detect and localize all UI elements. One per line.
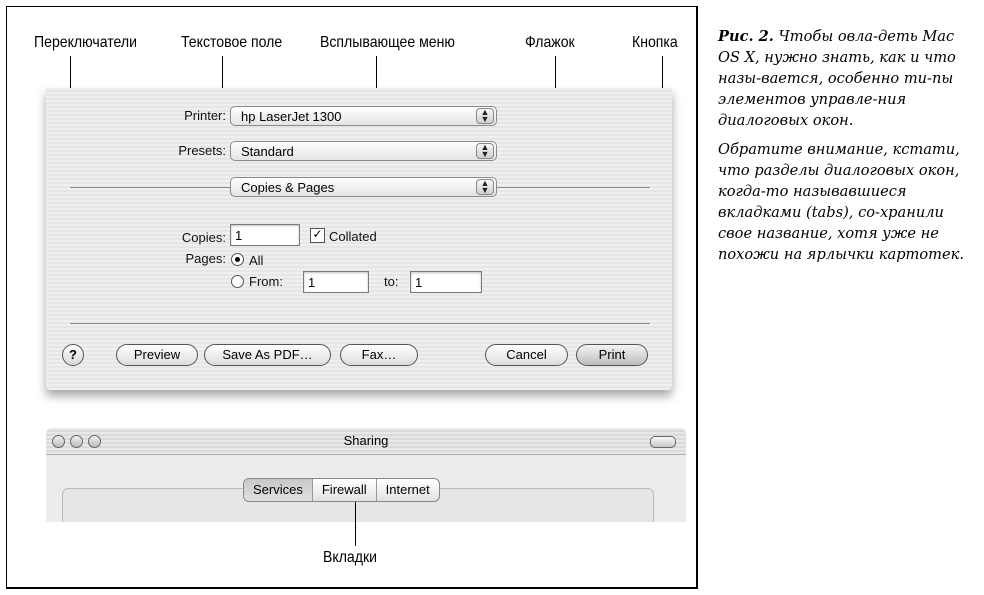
tab-bar: Services Firewall Internet [243,478,440,502]
to-label: to: [384,274,399,289]
section-popup[interactable]: Copies & Pages ▲ ▼ [230,177,497,197]
presets-value: Standard [241,144,294,159]
from-field[interactable]: 1 [303,271,369,293]
figure-caption: Рис. 2. Чтобы овла-деть Mac OS X, нужно … [718,26,980,273]
preview-button[interactable]: Preview [116,344,198,366]
collated-label: Collated [329,229,377,244]
popup-arrows-icon: ▲ ▼ [476,108,494,124]
leader-tabs-v [355,502,356,546]
presets-label: Presets: [178,143,226,158]
printer-popup[interactable]: hp LaserJet 1300 ▲ ▼ [230,106,497,126]
caption-paragraph-1: Рис. 2. Чтобы овла-деть Mac OS X, нужно … [718,26,980,131]
pages-all-label: All [249,253,264,268]
section-value: Copies & Pages [241,180,335,195]
to-field[interactable]: 1 [410,271,482,293]
window-fade [36,522,696,530]
caption-paragraph-2: Обратите внимание, кстати, что разделы д… [718,141,965,263]
tab-firewall[interactable]: Firewall [313,479,377,501]
sharing-window: Sharing Services Firewall Internet [46,428,686,528]
presets-popup[interactable]: Standard ▲ ▼ [230,141,497,161]
printer-value: hp LaserJet 1300 [241,109,342,124]
print-button[interactable]: Print [576,344,648,366]
pages-label: Pages: [185,251,226,266]
pages-all-radio[interactable] [231,253,244,266]
callout-popup-menu: Всплывающее меню [320,34,455,51]
pages-from-label: From: [249,274,283,289]
tab-services[interactable]: Services [244,479,313,501]
print-dialog: Printer: hp LaserJet 1300 ▲ ▼ Presets: St… [46,88,672,390]
fax-button[interactable]: Fax… [340,344,418,366]
copies-label: Copies: [181,230,226,245]
popup-arrows-icon: ▲ ▼ [476,143,494,159]
sharing-titlebar: Sharing [46,428,686,455]
popup-arrows-icon: ▲ ▼ [476,179,494,195]
section-separator-bottom [70,323,650,324]
callout-switches: Переключатели [34,34,137,51]
callout-tabs: Вкладки [323,549,377,566]
toolbar-toggle-icon[interactable] [650,436,676,448]
pages-from-radio[interactable] [231,275,244,288]
help-button[interactable]: ? [62,344,84,366]
collated-checkbox[interactable]: ✓ [310,228,325,243]
callout-checkbox: Флажок [525,34,575,51]
tab-internet[interactable]: Internet [377,479,439,501]
printer-label: Printer: [184,108,226,123]
callout-button: Кнопка [632,34,678,51]
callout-text-field: Текстовое поле [181,34,283,51]
save-as-pdf-button[interactable]: Save As PDF… [204,344,331,366]
copies-field[interactable]: 1 [230,224,300,246]
window-title: Sharing [343,433,389,448]
figure-label: Рис. 2. [718,28,774,45]
cancel-button[interactable]: Cancel [485,344,568,366]
